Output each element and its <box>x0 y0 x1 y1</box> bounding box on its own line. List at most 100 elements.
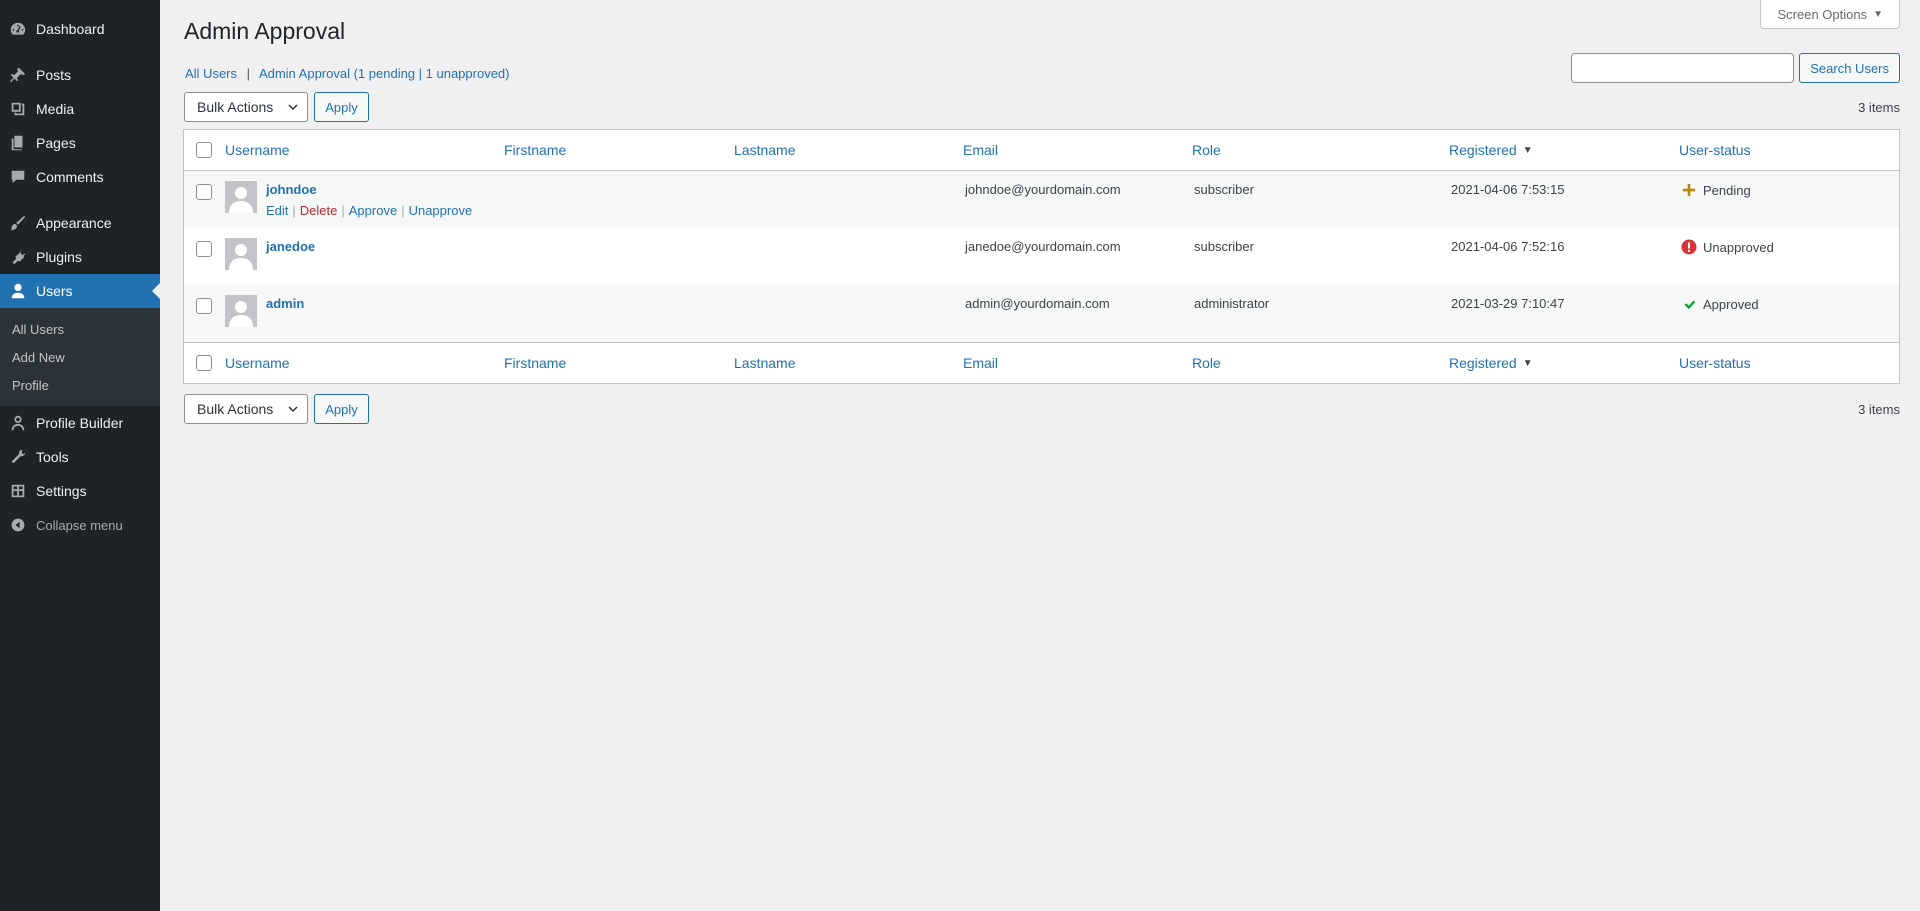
status-text: Unapproved <box>1703 239 1774 255</box>
page-title: Admin Approval <box>184 18 346 44</box>
column-header-email[interactable]: Email <box>963 130 998 170</box>
sidebar-item-label: Profile Builder <box>36 415 124 431</box>
apply-button[interactable]: Apply <box>314 394 369 424</box>
sidebar-item-label: Settings <box>36 483 87 499</box>
submenu-item-add-new[interactable]: Add New <box>0 344 160 372</box>
brush-icon <box>0 206 36 240</box>
bulk-actions-label: Bulk Actions <box>197 99 274 115</box>
column-header-role[interactable]: Role <box>1192 130 1221 170</box>
username-link[interactable]: johndoe <box>266 182 472 197</box>
table-footer-row: Username Firstname Lastname Email Role R… <box>184 342 1899 383</box>
username-cell: admin <box>225 285 304 342</box>
row-checkbox[interactable] <box>196 184 212 200</box>
row-checkbox[interactable] <box>196 298 212 314</box>
sidebar-item-dashboard[interactable]: Dashboard <box>0 12 160 46</box>
column-header-user-status[interactable]: User-status <box>1679 130 1751 170</box>
role-cell: subscriber <box>1194 239 1254 254</box>
sidebar-item-label: Pages <box>36 135 76 151</box>
avatar <box>225 238 257 270</box>
checkmark-icon <box>1681 296 1697 312</box>
sidebar-item-profile-builder[interactable]: Profile Builder <box>0 406 160 440</box>
column-footer-user-status[interactable]: User-status <box>1679 343 1751 383</box>
collapse-menu-label: Collapse menu <box>36 517 123 533</box>
username-link[interactable]: admin <box>266 296 304 311</box>
bulk-actions-select[interactable]: Bulk Actions <box>184 394 309 424</box>
sidebar-item-tools[interactable]: Tools <box>0 440 160 474</box>
dashboard-icon <box>0 12 36 46</box>
pin-icon <box>0 58 36 92</box>
column-footer-username[interactable]: Username <box>225 343 290 383</box>
table-header-row: Username Firstname Lastname Email Role R… <box>184 130 1899 171</box>
column-header-username[interactable]: Username <box>225 130 290 170</box>
sidebar-item-posts[interactable]: Posts <box>0 58 160 92</box>
select-all-cell <box>196 343 212 383</box>
column-footer-firstname[interactable]: Firstname <box>504 343 566 383</box>
sidebar-item-label: Dashboard <box>36 21 105 37</box>
select-all-cell <box>196 130 212 170</box>
registered-cell: 2021-03-29 7:10:47 <box>1451 296 1565 311</box>
select-all-checkbox[interactable] <box>196 142 212 158</box>
column-footer-email[interactable]: Email <box>963 343 998 383</box>
sidebar-item-plugins[interactable]: Plugins <box>0 240 160 274</box>
unapprove-link[interactable]: Unapprove <box>409 203 473 218</box>
user-outline-icon <box>0 406 36 440</box>
comment-icon <box>0 160 36 194</box>
edit-link[interactable]: Edit <box>266 203 288 218</box>
sidebar-item-appearance[interactable]: Appearance <box>0 206 160 240</box>
delete-link[interactable]: Delete <box>300 203 338 218</box>
row-checkbox[interactable] <box>196 241 212 257</box>
username-cell: janedoe <box>225 228 315 285</box>
menu-separator <box>0 194 160 206</box>
sidebar-item-label: Comments <box>36 169 104 185</box>
collapse-menu-button[interactable]: Collapse menu <box>0 508 160 542</box>
table-row: johndoe Edit | Delete | Approve | Unapprove jo… <box>184 171 1899 228</box>
sidebar-item-label: Posts <box>36 67 72 83</box>
column-header-lastname[interactable]: Lastname <box>734 130 795 170</box>
row-select-cell <box>196 285 212 342</box>
items-count: 3 items <box>1858 401 1900 417</box>
column-header-registered[interactable]: Registered ▼ <box>1449 130 1533 170</box>
username-link[interactable]: janedoe <box>266 239 315 254</box>
filter-admin-approval[interactable]: Admin Approval (1 pending | 1 unapproved… <box>259 66 510 81</box>
search-input[interactable] <box>1571 53 1795 83</box>
sidebar-item-users[interactable]: Users <box>0 274 160 308</box>
email-cell: johndoe@yourdomain.com <box>965 182 1121 197</box>
tablenav-top: Bulk Actions Apply 3 items <box>184 92 1900 122</box>
status-text: Approved <box>1703 296 1759 312</box>
items-count: 3 items <box>1858 99 1900 115</box>
approve-link[interactable]: Approve <box>349 203 397 218</box>
table-row: janedoe janedoe@yourdomain.com subscribe… <box>184 228 1899 285</box>
role-cell: subscriber <box>1194 182 1254 197</box>
submenu-item-all-users[interactable]: All Users <box>0 316 160 344</box>
apply-button[interactable]: Apply <box>314 92 369 122</box>
bulk-actions-select[interactable]: Bulk Actions <box>184 92 309 122</box>
row-select-cell <box>196 228 212 285</box>
avatar <box>225 295 257 327</box>
plug-icon <box>0 240 36 274</box>
table-row: admin admin@yourdomain.com administrator… <box>184 285 1899 342</box>
sidebar-item-settings[interactable]: Settings <box>0 474 160 508</box>
user-filter-links: All Users | Admin Approval (1 pending | … <box>185 66 509 81</box>
column-footer-role[interactable]: Role <box>1192 343 1221 383</box>
sort-desc-icon: ▼ <box>1522 144 1533 156</box>
email-cell: admin@yourdomain.com <box>965 296 1110 311</box>
column-footer-registered[interactable]: Registered ▼ <box>1449 343 1533 383</box>
column-footer-lastname[interactable]: Lastname <box>734 343 795 383</box>
settings-icon <box>0 474 36 508</box>
submenu-item-profile[interactable]: Profile <box>0 372 160 400</box>
filter-all-users[interactable]: All Users <box>185 66 237 81</box>
sidebar-item-comments[interactable]: Comments <box>0 160 160 194</box>
sidebar-item-label: Users <box>36 283 73 299</box>
screen-options-button[interactable]: Screen Options ▼ <box>1760 0 1900 29</box>
search-users-button[interactable]: Search Users <box>1799 53 1900 83</box>
sidebar-item-media[interactable]: Media <box>0 92 160 126</box>
sidebar-item-pages[interactable]: Pages <box>0 126 160 160</box>
status-cell: Unapproved <box>1681 228 1774 285</box>
chevron-down-icon <box>288 406 298 413</box>
username-cell: johndoe Edit | Delete | Approve | Unapprove <box>225 171 472 228</box>
users-table: Username Firstname Lastname Email Role R… <box>183 129 1900 384</box>
collapse-icon <box>0 517 36 533</box>
status-cell: Approved <box>1681 285 1759 342</box>
column-header-firstname[interactable]: Firstname <box>504 130 566 170</box>
select-all-checkbox[interactable] <box>196 355 212 371</box>
